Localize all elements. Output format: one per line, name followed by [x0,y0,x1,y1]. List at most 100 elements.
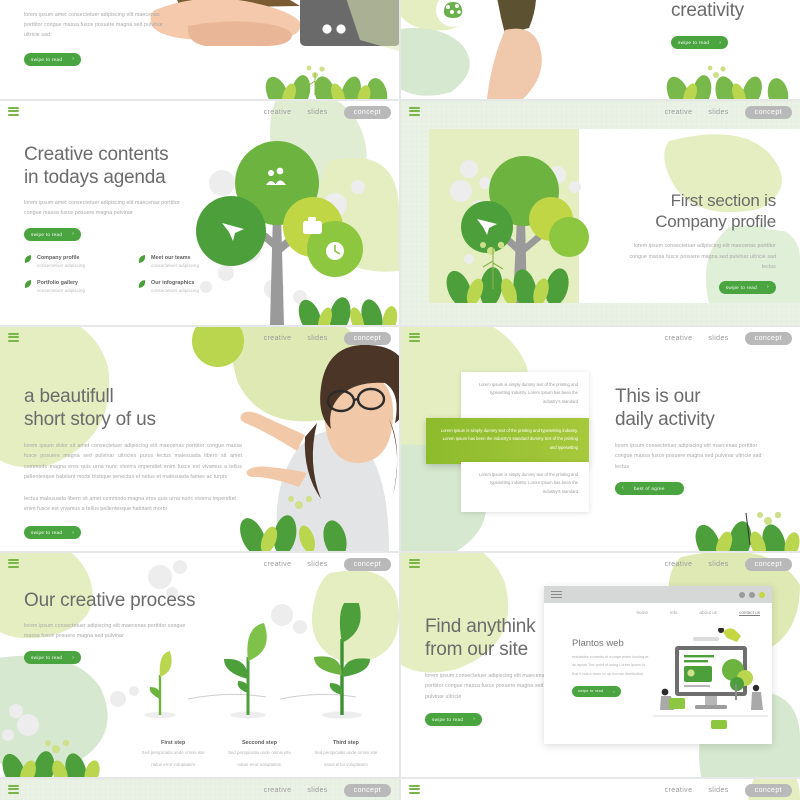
step-sub-2: natus error voluptatem [237,761,282,767]
browser-nav-home[interactable]: home [637,610,649,615]
browser-swipe-button[interactable]: swipe to read › [572,686,621,697]
window-dot-2[interactable] [749,591,755,598]
nav-link-creative[interactable]: creative [264,109,292,116]
grid-lines-icon[interactable] [8,106,19,118]
slide-3-title-line1: Creative contents [24,144,169,165]
window-dot-3[interactable] [759,591,765,598]
feature-item[interactable]: Our infographics consectetuer adipiscing [138,279,234,293]
grid-lines-icon[interactable] [8,332,19,344]
browser-nav-about[interactable]: about us [699,610,717,615]
nav-pill-concept[interactable]: concept [343,557,391,571]
slide-deck-preview-sheet: everything better lorem ipsum amet conse… [0,0,800,800]
nav-link-creative[interactable]: creative [264,561,292,568]
grid-lines-icon[interactable] [8,784,19,796]
nav-link-creative[interactable]: creative [264,335,292,342]
chevron-right-icon: › [613,688,615,694]
nav-pill-concept[interactable]: concept [744,105,792,119]
slide-8-body-line3: pulvinar ultricie [425,693,462,700]
slide-8-swipe-button[interactable]: swipe to read › [425,712,483,726]
quote-card[interactable]: Lorem Ipsum is simply dummy text of the … [461,462,589,512]
quote-card-highlighted[interactable]: Lorem Ipsum is simply dummy text of the … [426,418,589,464]
quote-card[interactable]: Lorem Ipsum is simply dummy text of the … [461,372,589,422]
feature-item[interactable]: Company profile consectetuer adipiscing [24,254,120,268]
slide-2-body-block: porttitor congue massa fusce posuere mag… [519,0,664,2]
slide-9-bottom-left[interactable]: creative slides concept [0,779,399,800]
slide-3-title-line2: in todays agenda [24,167,166,189]
feature-item[interactable]: Meet our teams consectetuer adipiscing [138,254,234,268]
browser-titlebar [544,586,772,603]
quote-card-text: Lorem Ipsum is simply dummy text of the … [478,382,578,404]
slide-3-creative-contents[interactable]: creative slides concept Creative content… [0,101,399,325]
slide-6-daily-activity[interactable]: creative slides concept Lorem Ipsum is s… [401,327,800,551]
leaf-icon [24,254,32,263]
browser-nav-info[interactable]: info [670,610,677,615]
nav-link-slides[interactable]: slides [708,787,728,794]
feature-title: Our infographics [151,279,195,286]
feature-sub: consectetuer adipiscing [151,287,200,293]
slide-5-swipe-button[interactable]: swipe to read › [24,526,82,540]
slide-nav: creative slides concept [401,779,800,800]
nav-links: creative slides concept [264,105,391,119]
nav-link-creative[interactable]: creative [264,787,292,794]
slide-1-swipe-button[interactable]: swipe to read › [24,52,82,66]
nav-pill-concept[interactable]: concept [744,783,792,797]
slide-3-content: Creative contents in todays agenda lorem… [24,143,234,293]
nav-link-creative[interactable]: creative [665,109,693,116]
nav-links: creative slides concept [264,557,391,571]
slide-3-swipe-button[interactable]: swipe to read › [24,227,82,241]
slide-nav: creative slides concept [0,327,399,349]
nav-pill-concept[interactable]: concept [343,105,391,119]
nav-pill-concept[interactable]: concept [744,557,792,571]
slide-5-short-story[interactable]: creative slides concept a beautifull sho… [0,327,399,551]
nav-link-slides[interactable]: slides [708,109,728,116]
nav-link-creative[interactable]: creative [665,561,693,568]
nav-link-slides[interactable]: slides [708,335,728,342]
browser-mockup[interactable]: home info about us contact us Plantos we… [544,586,772,744]
browser-content: Plantos web readables contents of a page… [572,638,664,697]
slide-2-creativity[interactable]: porttitor congue massa fusce posuere mag… [401,0,800,99]
grid-lines-icon[interactable] [409,558,420,570]
feature-title: Portfolio gallery [37,279,79,286]
window-controls [739,591,765,598]
step-title: First step [161,740,186,747]
nav-link-slides[interactable]: slides [307,787,327,794]
slide-2-body: porttitor congue massa fusce posuere mag… [519,0,664,2]
monitor-with-plants-illustration [653,628,768,729]
slide-7-content: Our creative process lorem ipsum consect… [24,589,214,665]
grid-lines-icon[interactable] [409,784,420,796]
slide-7-swipe-button[interactable]: swipe to read › [24,651,82,665]
nav-link-slides[interactable]: slides [708,561,728,568]
slide-7-creative-process[interactable]: creative slides concept Our creative pro… [0,553,399,777]
slide-6-title-line2: daily activity [615,409,715,431]
step-item: Seccond step Sed perspiciatis unde omnis… [216,740,302,769]
nav-link-creative[interactable]: creative [665,335,693,342]
swipe-label: swipe to read [31,56,63,62]
grid-lines-icon[interactable] [409,332,420,344]
chevron-left-icon: ‹ [622,485,624,492]
hamburger-icon[interactable] [551,590,562,599]
feature-item[interactable]: Portfolio gallery consectetuer adipiscin… [24,279,120,293]
slide-4-company-profile[interactable]: creative slides concept First section is… [401,101,800,325]
slide-nav: creative slides concept [401,327,800,349]
nav-link-creative[interactable]: creative [665,787,693,794]
chevron-right-icon: › [72,529,75,536]
nav-link-slides[interactable]: slides [307,109,327,116]
slide-4-body-line3: lectus [761,263,776,270]
nav-pill-concept[interactable]: concept [343,783,391,797]
slide-4-swipe-button[interactable]: swipe to read › [718,280,776,294]
nav-link-slides[interactable]: slides [307,561,327,568]
slide-8-find-anythink[interactable]: creative slides concept Find anythink fr… [401,553,800,777]
nav-pill-concept[interactable]: concept [744,331,792,345]
slide-10-bottom-right[interactable]: creative slides concept [401,779,800,800]
slide-1-better[interactable]: everything better lorem ipsum amet conse… [0,0,399,99]
grid-lines-icon[interactable] [8,558,19,570]
slide-6-best-button[interactable]: ‹ best of agree [615,481,684,495]
browser-nav-contact[interactable]: contact us [739,610,760,615]
slide-grid: everything better lorem ipsum amet conse… [0,0,800,800]
nav-pill-concept[interactable]: concept [343,331,391,345]
slide-2-swipe-button[interactable]: swipe to read › [671,36,729,50]
window-dot-1[interactable] [739,591,745,598]
nav-links: creative slides concept [665,557,792,571]
grid-lines-icon[interactable] [409,106,420,118]
nav-link-slides[interactable]: slides [307,335,327,342]
